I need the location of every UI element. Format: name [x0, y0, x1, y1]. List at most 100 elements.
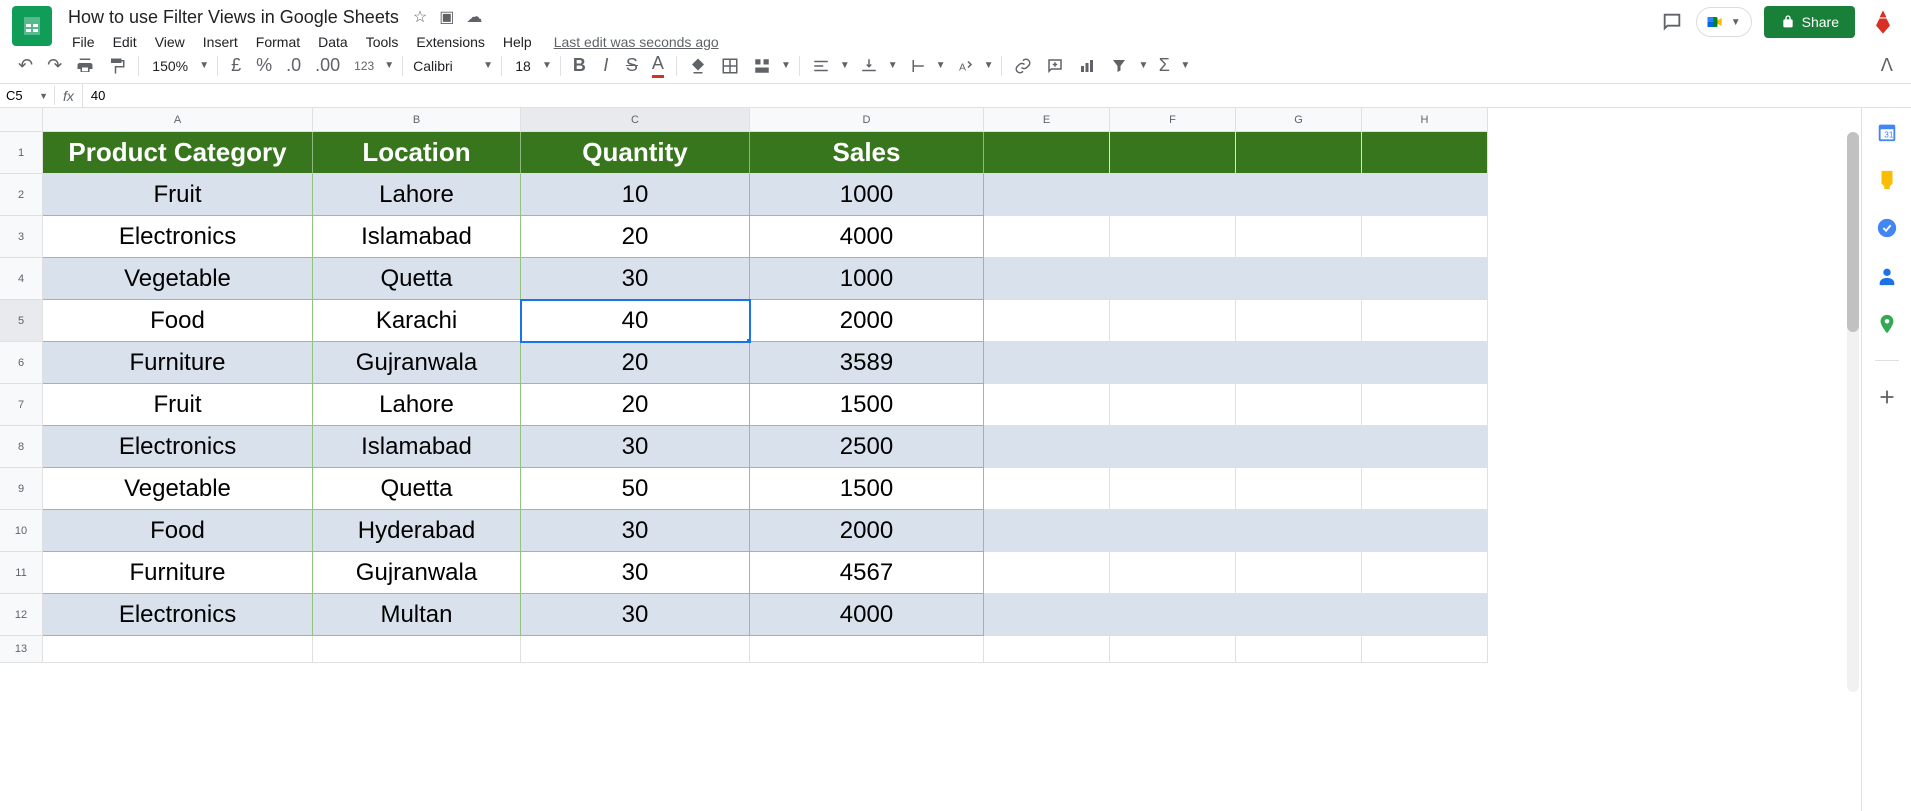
- share-button[interactable]: Share: [1764, 6, 1855, 38]
- cell-A12[interactable]: Electronics: [43, 594, 313, 636]
- row-header-10[interactable]: 10: [0, 510, 43, 552]
- link-button[interactable]: [1008, 54, 1038, 78]
- filter-dropdown-icon[interactable]: ▼: [1136, 60, 1150, 71]
- row-header-1[interactable]: 1: [0, 132, 43, 174]
- cell-D10[interactable]: 2000: [750, 510, 984, 552]
- cell-H10[interactable]: [1362, 510, 1488, 552]
- menu-data[interactable]: Data: [310, 30, 356, 54]
- cell-H9[interactable]: [1362, 468, 1488, 510]
- decrease-decimal-button[interactable]: .0: [280, 54, 307, 78]
- formula-input[interactable]: [83, 86, 1911, 105]
- row-header-9[interactable]: 9: [0, 468, 43, 510]
- cell-G10[interactable]: [1236, 510, 1362, 552]
- rotate-button[interactable]: A: [950, 54, 980, 78]
- cell-E10[interactable]: [984, 510, 1110, 552]
- menu-insert[interactable]: Insert: [195, 30, 246, 54]
- cell-G12[interactable]: [1236, 594, 1362, 636]
- col-header-F[interactable]: F: [1110, 108, 1236, 132]
- cell-D8[interactable]: 2500: [750, 426, 984, 468]
- cell-A2[interactable]: Fruit: [43, 174, 313, 216]
- cell-G9[interactable]: [1236, 468, 1362, 510]
- font-select[interactable]: [409, 56, 479, 76]
- cell-B1[interactable]: Location: [313, 132, 521, 174]
- currency-button[interactable]: £: [224, 54, 248, 78]
- select-all-corner[interactable]: [0, 108, 43, 132]
- cell-B7[interactable]: Lahore: [313, 384, 521, 426]
- cell-B13[interactable]: [313, 636, 521, 663]
- cell-E12[interactable]: [984, 594, 1110, 636]
- cell-C3[interactable]: 20: [521, 216, 750, 258]
- cell-D5[interactable]: 2000: [750, 300, 984, 342]
- cell-C13[interactable]: [521, 636, 750, 663]
- cell-H5[interactable]: [1362, 300, 1488, 342]
- row-header-3[interactable]: 3: [0, 216, 43, 258]
- format-dropdown-icon[interactable]: ▼: [382, 60, 396, 71]
- cell-G2[interactable]: [1236, 174, 1362, 216]
- cell-B5[interactable]: Karachi: [313, 300, 521, 342]
- row-header-7[interactable]: 7: [0, 384, 43, 426]
- zoom-select[interactable]: [145, 56, 195, 76]
- row-header-12[interactable]: 12: [0, 594, 43, 636]
- fill-color-button[interactable]: [683, 54, 713, 78]
- col-header-H[interactable]: H: [1362, 108, 1488, 132]
- cell-E2[interactable]: [984, 174, 1110, 216]
- cell-G5[interactable]: [1236, 300, 1362, 342]
- cell-C12[interactable]: 30: [521, 594, 750, 636]
- cell-F11[interactable]: [1110, 552, 1236, 594]
- cell-F6[interactable]: [1110, 342, 1236, 384]
- chart-button[interactable]: [1072, 54, 1102, 78]
- meet-button[interactable]: ▼: [1696, 7, 1752, 37]
- col-header-D[interactable]: D: [750, 108, 984, 132]
- cell-H13[interactable]: [1362, 636, 1488, 663]
- cell-A7[interactable]: Fruit: [43, 384, 313, 426]
- cell-E11[interactable]: [984, 552, 1110, 594]
- cell-A11[interactable]: Furniture: [43, 552, 313, 594]
- more-formats-button[interactable]: 123: [348, 54, 380, 78]
- cell-B11[interactable]: Gujranwala: [313, 552, 521, 594]
- cell-H3[interactable]: [1362, 216, 1488, 258]
- last-edit-link[interactable]: Last edit was seconds ago: [554, 34, 719, 50]
- row-header-11[interactable]: 11: [0, 552, 43, 594]
- row-header-4[interactable]: 4: [0, 258, 43, 300]
- cell-A4[interactable]: Vegetable: [43, 258, 313, 300]
- cell-G4[interactable]: [1236, 258, 1362, 300]
- menu-tools[interactable]: Tools: [358, 30, 407, 54]
- cell-E13[interactable]: [984, 636, 1110, 663]
- cell-B4[interactable]: Quetta: [313, 258, 521, 300]
- cell-C5[interactable]: 40: [521, 300, 750, 342]
- borders-button[interactable]: [715, 54, 745, 78]
- col-header-C[interactable]: C: [521, 108, 750, 132]
- scroll-thumb[interactable]: [1847, 132, 1859, 332]
- cell-D12[interactable]: 4000: [750, 594, 984, 636]
- cell-F7[interactable]: [1110, 384, 1236, 426]
- cell-C8[interactable]: 30: [521, 426, 750, 468]
- horizontal-align-button[interactable]: [806, 54, 836, 78]
- cell-D13[interactable]: [750, 636, 984, 663]
- add-addon-icon[interactable]: [1875, 385, 1899, 409]
- cell-F13[interactable]: [1110, 636, 1236, 663]
- row-header-13[interactable]: 13: [0, 636, 43, 663]
- star-icon[interactable]: ☆: [411, 5, 429, 29]
- cell-G7[interactable]: [1236, 384, 1362, 426]
- valign-dropdown-icon[interactable]: ▼: [886, 60, 900, 71]
- cell-A6[interactable]: Furniture: [43, 342, 313, 384]
- merge-dropdown-icon[interactable]: ▼: [779, 60, 793, 71]
- cell-E5[interactable]: [984, 300, 1110, 342]
- cell-H12[interactable]: [1362, 594, 1488, 636]
- comments-icon[interactable]: [1660, 10, 1684, 34]
- row-header-6[interactable]: 6: [0, 342, 43, 384]
- comment-button[interactable]: [1040, 54, 1070, 78]
- cloud-status-icon[interactable]: ☁: [464, 5, 484, 29]
- contacts-icon[interactable]: [1875, 264, 1899, 288]
- cell-F12[interactable]: [1110, 594, 1236, 636]
- menu-view[interactable]: View: [147, 30, 193, 54]
- col-header-G[interactable]: G: [1236, 108, 1362, 132]
- account-avatar[interactable]: [1867, 6, 1899, 38]
- cell-D3[interactable]: 4000: [750, 216, 984, 258]
- cell-C11[interactable]: 30: [521, 552, 750, 594]
- cell-D1[interactable]: Sales: [750, 132, 984, 174]
- cell-H6[interactable]: [1362, 342, 1488, 384]
- cell-F3[interactable]: [1110, 216, 1236, 258]
- cell-F8[interactable]: [1110, 426, 1236, 468]
- cell-H4[interactable]: [1362, 258, 1488, 300]
